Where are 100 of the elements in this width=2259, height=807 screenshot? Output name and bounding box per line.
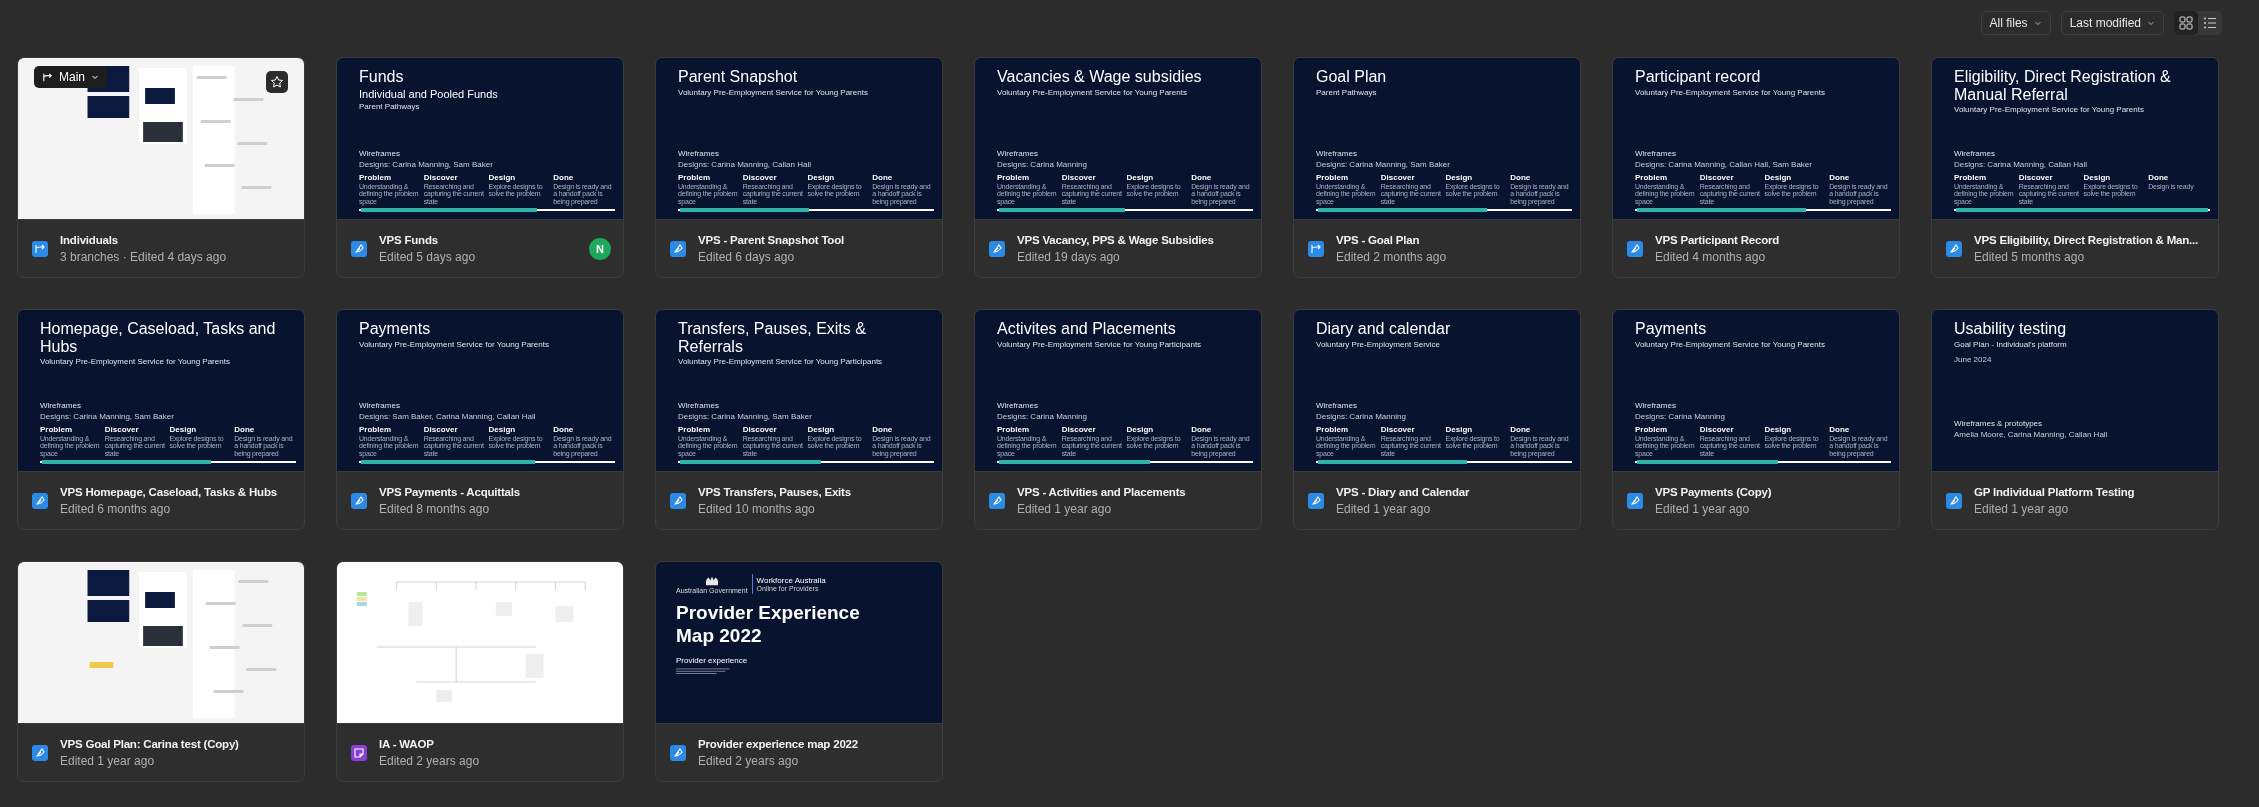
- slide-title: Participant record: [1635, 68, 1762, 86]
- file-card[interactable]: [1293, 309, 1581, 530]
- branch-icon: [42, 71, 53, 83]
- stage-name: Problem: [1316, 172, 1349, 182]
- file-meta: Edited 1 year ago: [60, 753, 156, 768]
- file-name: Provider experience map 2022: [698, 737, 859, 750]
- slide-section: Wireframes: [359, 148, 615, 158]
- slide-section: Wireframes: [1635, 400, 1891, 410]
- star-button[interactable]: [266, 71, 288, 93]
- stage-name: Done: [234, 424, 256, 434]
- stage-name: Problem: [678, 424, 711, 434]
- slide-tagline: Voluntary Pre-Employment Service for Young Parents: [1635, 339, 1826, 349]
- file-card[interactable]: [1931, 57, 2219, 278]
- file-card[interactable]: [1612, 309, 1900, 530]
- slide-team: Amelia Moore, Carina Manning, Callan Hall: [1954, 430, 2109, 439]
- slide-section: Wireframes: [997, 400, 1253, 410]
- design-file-icon: [1627, 492, 1643, 509]
- stage-name: Design: [1764, 424, 1793, 434]
- file-meta: 3 branches · Edited 4 days ago: [60, 249, 228, 264]
- file-card[interactable]: Usability testing Goal Plan - Individual's platform June 2024 Wireframes & prototypes Amelia Moore, Carina Manning, Callan Hall GP Individual Platform Testing Edited 1 year ago: [1931, 309, 2219, 530]
- file-card[interactable]: Main Individuals 3 branches · Edited 4 days ago: [17, 57, 305, 278]
- slide-section: Wireframes: [1316, 400, 1572, 410]
- stage-name: Discover: [1380, 424, 1416, 434]
- file-card[interactable]: [336, 57, 624, 278]
- stage-name: Design: [169, 424, 198, 434]
- stage-name: Problem: [1635, 424, 1668, 434]
- file-name: VPS Payments (Copy): [1655, 485, 1773, 498]
- file-name: VPS - Goal Plan: [1336, 233, 1421, 246]
- file-card[interactable]: [1612, 57, 1900, 278]
- stage-name: Discover: [1380, 172, 1416, 182]
- slide-tagline: Voluntary Pre-Employment Service for Young Parents: [40, 357, 231, 367]
- stage-name: Done: [872, 424, 894, 434]
- slide-section: Wireframes: [997, 148, 1253, 158]
- stage-name: Problem: [40, 424, 73, 434]
- slide-title: Diary and calendar: [1316, 320, 1452, 338]
- file-meta: Edited 6 days ago: [698, 249, 796, 264]
- stage-name: Discover: [742, 172, 778, 182]
- file-card[interactable]: [336, 309, 624, 530]
- stage-name: Problem: [997, 424, 1030, 434]
- file-card[interactable]: VPS Goal Plan: Carina test (Copy) Edited 1 year ago: [17, 561, 305, 782]
- stage-name: Problem: [1316, 424, 1349, 434]
- design-file-icon: [989, 240, 1005, 257]
- stage-name: Discover: [1061, 172, 1097, 182]
- slide-title: Activites and Placements: [997, 320, 1177, 338]
- grid-view-button[interactable]: [2174, 11, 2198, 35]
- file-meta: Edited 8 months ago: [379, 501, 491, 516]
- stage-name: Discover: [104, 424, 140, 434]
- file-meta: Edited 5 days ago: [379, 249, 477, 264]
- user-avatar: N: [589, 237, 611, 260]
- slide-tagline: Voluntary Pre-Employment Service for Young Parents: [359, 339, 550, 349]
- star-icon: [270, 75, 284, 89]
- slide-section: Wireframes: [678, 400, 934, 410]
- slide-section: Provider experience: [676, 655, 922, 665]
- design-file-icon: [1308, 492, 1324, 509]
- file-name: VPS Goal Plan: Carina test (Copy): [60, 737, 240, 750]
- slide-team: Designs: Carina Manning, Callan Hall, Sam Baker: [1635, 159, 1813, 169]
- stage-name: Design: [1445, 172, 1474, 182]
- file-card[interactable]: IA - WAOP Edited 2 years ago: [336, 561, 624, 782]
- file-meta: Edited 1 year ago: [1655, 501, 1751, 516]
- slide-team: Designs: Carina Manning, Callan Hall: [678, 159, 812, 169]
- slide-section: Wireframes: [40, 400, 296, 410]
- file-card[interactable]: [974, 309, 1262, 530]
- file-meta: Edited 10 months ago: [698, 501, 816, 516]
- stage-name: Problem: [1635, 172, 1668, 182]
- file-card[interactable]: [17, 309, 305, 530]
- sort-dropdown[interactable]: Last modified: [2060, 11, 2164, 35]
- stage-name: Done: [1510, 172, 1532, 182]
- file-name: VPS Vacancy, PPS & Wage Subsidies: [1017, 233, 1215, 246]
- branch-selector[interactable]: Main: [34, 66, 107, 88]
- file-meta: Edited 2 years ago: [698, 753, 800, 768]
- file-card[interactable]: [655, 309, 943, 530]
- file-name: Individuals: [60, 233, 119, 246]
- stage-name: Discover: [2018, 172, 2054, 182]
- slide-section: Wireframes: [1316, 148, 1572, 158]
- slide-tagline: Parent Pathways: [1316, 87, 1378, 97]
- file-meta: Edited 2 years ago: [379, 753, 481, 768]
- organisation-name: Workforce Australia: [756, 576, 826, 585]
- file-card[interactable]: [974, 57, 1262, 278]
- stage-name: Design: [807, 172, 836, 182]
- stage-name: Design: [807, 424, 836, 434]
- slide-title: Payments: [359, 320, 432, 338]
- file-meta: Edited 4 months ago: [1655, 249, 1767, 264]
- design-file-icon: [1946, 492, 1962, 509]
- slide-section: Wireframes: [1954, 148, 2210, 158]
- file-name: GP Individual Platform Testing: [1974, 485, 2136, 498]
- slide-title: Usability testing: [1954, 320, 2068, 338]
- file-name: VPS - Activities and Placements: [1017, 485, 1187, 498]
- stage-name: Discover: [1699, 172, 1735, 182]
- stage-name: Problem: [1954, 172, 1987, 182]
- file-card[interactable]: [1293, 57, 1581, 278]
- slide-title: Transfers, Pauses, Exits & Referrals: [678, 320, 867, 356]
- design-file-icon: [351, 492, 367, 509]
- filter-dropdown[interactable]: All files: [1980, 11, 2051, 35]
- stage-name: Done: [1510, 424, 1532, 434]
- file-card[interactable]: [655, 57, 943, 278]
- file-meta: Edited 6 months ago: [60, 501, 172, 516]
- design-file-icon: [1946, 240, 1962, 257]
- slide-tagline: Voluntary Pre-Employment Service: [1316, 339, 1442, 349]
- stage-name: Discover: [1061, 424, 1097, 434]
- stage-name: Discover: [423, 424, 459, 434]
